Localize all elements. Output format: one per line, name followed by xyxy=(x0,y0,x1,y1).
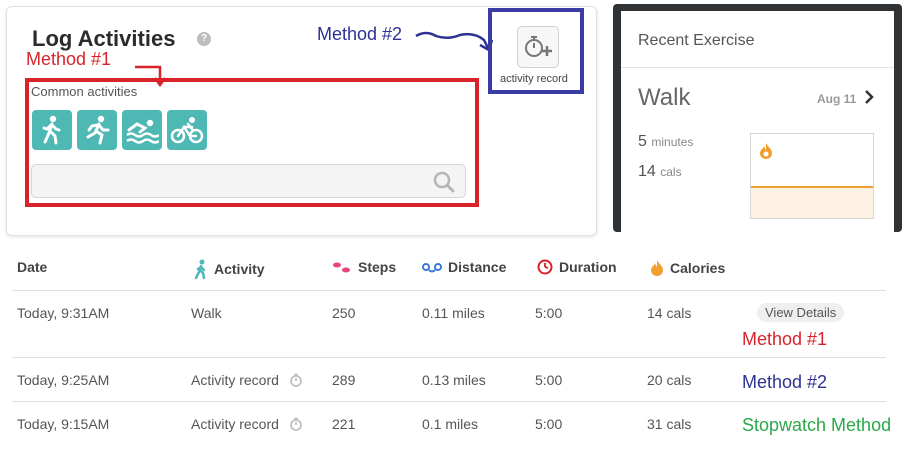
header-duration[interactable]: Duration xyxy=(537,259,617,275)
stopwatch-plus-icon xyxy=(525,36,552,57)
view-details-button[interactable]: View Details xyxy=(757,303,845,322)
annotation-method1-label: Method #1 xyxy=(26,49,112,69)
cell-calories: 14 cals xyxy=(647,305,692,321)
header-calories[interactable]: Calories xyxy=(650,259,725,277)
chevron-right-icon[interactable] xyxy=(863,89,875,105)
recent-cals-unit: cals xyxy=(660,165,682,179)
chart-line xyxy=(751,186,873,188)
cell-activity-label: Activity record xyxy=(191,416,279,432)
recent-activity-name[interactable]: Walk xyxy=(638,84,690,112)
annotation-arrow-blue xyxy=(415,31,494,52)
cell-steps: 289 xyxy=(332,372,356,388)
common-activities-label: Common activities xyxy=(31,84,138,99)
cell-duration: 5:00 xyxy=(535,416,563,432)
bike-button[interactable] xyxy=(167,110,207,150)
cell-duration: 5:00 xyxy=(535,372,563,388)
row-divider xyxy=(12,357,886,358)
cell-activity-label: Activity record xyxy=(191,372,279,388)
walk-icon xyxy=(194,259,206,279)
recent-cals-value: 14 xyxy=(638,163,656,180)
cell-distance: 0.1 miles xyxy=(422,416,479,432)
annotation-row-stopwatch: Stopwatch Method xyxy=(742,415,892,435)
header-steps[interactable]: Steps xyxy=(332,259,396,275)
run-icon xyxy=(86,115,110,145)
header-date[interactable]: Date xyxy=(17,259,47,275)
flame-icon xyxy=(651,260,663,276)
cell-distance: 0.11 miles xyxy=(422,305,485,321)
recent-calories: 14 cals xyxy=(638,163,682,181)
walk-icon xyxy=(42,115,61,145)
distance-icon xyxy=(422,263,442,273)
walk-button[interactable] xyxy=(32,110,72,150)
activity-search-input[interactable] xyxy=(31,164,466,198)
header-distance-label: Distance xyxy=(448,259,507,275)
divider xyxy=(621,67,894,68)
cell-calories: 31 cals xyxy=(647,416,692,432)
chart-fill xyxy=(751,188,873,218)
recent-minutes: 5 minutes xyxy=(638,133,693,151)
header-activity-label: Activity xyxy=(214,261,265,277)
cell-steps: 221 xyxy=(332,416,356,432)
cell-date: Today, 9:25AM xyxy=(17,372,110,388)
header-steps-label: Steps xyxy=(358,259,397,275)
annotation-row-method2: Method #2 xyxy=(742,372,828,392)
cell-duration: 5:00 xyxy=(535,305,563,321)
annotation-method2-label: Method #2 xyxy=(317,24,403,44)
cell-activity: Walk xyxy=(191,305,222,321)
cell-steps: 250 xyxy=(332,305,356,321)
header-duration-label: Duration xyxy=(559,259,617,275)
cell-activity: Activity record xyxy=(191,372,303,388)
recent-activity-date: Aug 11 xyxy=(817,92,857,106)
search-icon[interactable] xyxy=(433,171,455,193)
header-activity[interactable]: Activity xyxy=(194,259,265,279)
activity-record-label: activity record xyxy=(500,73,568,85)
cell-distance: 0.13 miles xyxy=(422,372,486,388)
swim-button[interactable] xyxy=(122,110,162,150)
annotation-row-method1: Method #1 xyxy=(742,329,828,349)
header-date-label: Date xyxy=(17,259,48,275)
recent-exercise-title: Recent Exercise xyxy=(638,32,755,49)
header-calories-label: Calories xyxy=(670,260,726,276)
bike-icon xyxy=(170,117,204,144)
stopwatch-icon xyxy=(290,417,302,431)
header-distance[interactable]: Distance xyxy=(422,259,506,275)
recent-calories-chart xyxy=(750,133,874,219)
activity-record-button[interactable] xyxy=(517,26,559,68)
recent-minutes-value: 5 xyxy=(638,133,647,150)
clock-icon xyxy=(537,259,553,275)
cell-activity: Activity record xyxy=(191,416,303,432)
common-activities-list xyxy=(32,110,207,150)
run-button[interactable] xyxy=(77,110,117,150)
flame-icon xyxy=(760,143,772,159)
row-divider xyxy=(12,401,886,402)
cell-calories: 20 cals xyxy=(647,372,692,388)
row-divider xyxy=(12,290,886,291)
help-icon[interactable]: ? xyxy=(197,32,211,46)
recent-minutes-unit: minutes xyxy=(651,135,694,149)
cell-date: Today, 9:15AM xyxy=(17,416,110,432)
cell-date: Today, 9:31AM xyxy=(17,305,110,321)
swim-icon xyxy=(126,119,159,144)
footprints-icon xyxy=(333,262,350,273)
stopwatch-icon xyxy=(290,373,302,387)
